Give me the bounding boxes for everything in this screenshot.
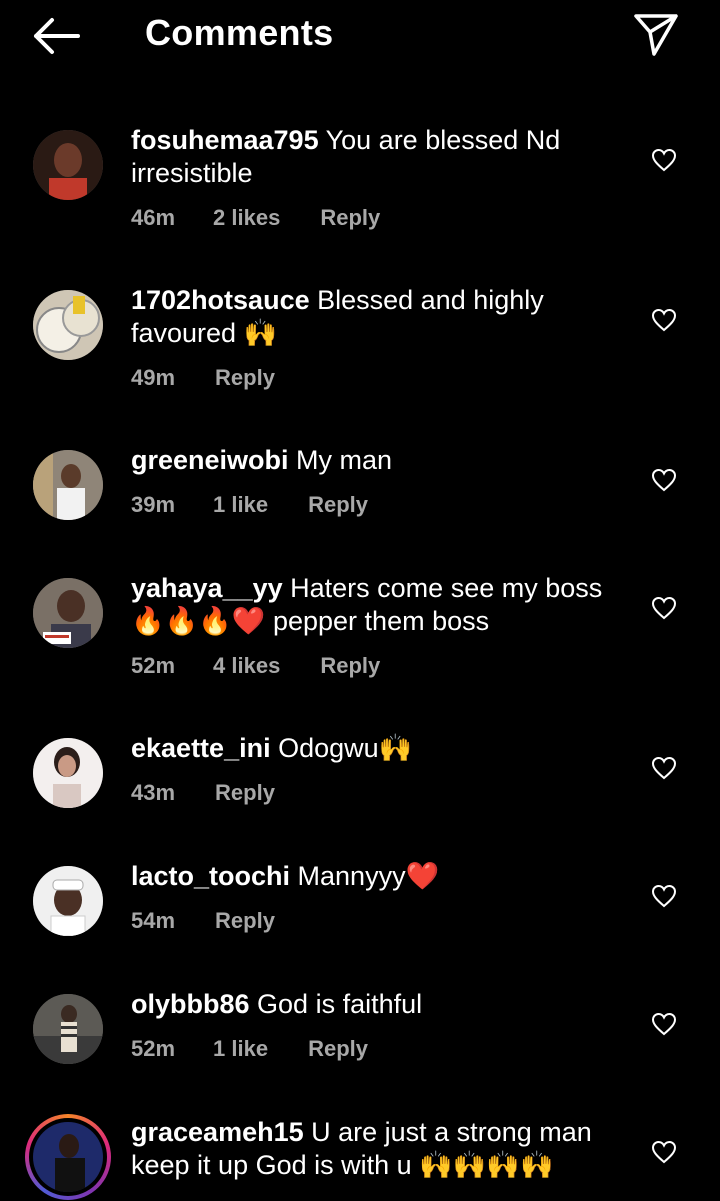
comment-time: 49m bbox=[131, 365, 176, 390]
heart-icon[interactable] bbox=[651, 148, 677, 172]
avatar[interactable] bbox=[33, 450, 103, 520]
avatar-image bbox=[33, 290, 103, 360]
avatar-image bbox=[33, 578, 103, 648]
comment-time: 39m bbox=[131, 492, 176, 517]
comment-text: fosuhemaa795 You are blessed Nd irresist… bbox=[131, 124, 611, 190]
heart-icon[interactable] bbox=[651, 596, 677, 620]
arrow-left-icon[interactable] bbox=[30, 14, 82, 58]
comment-time: 54m bbox=[131, 908, 176, 933]
reply-button[interactable]: Reply bbox=[308, 492, 368, 518]
comment-username[interactable]: fosuhemaa795 bbox=[131, 125, 319, 155]
heart-icon[interactable] bbox=[651, 308, 677, 332]
top-bar: Comments bbox=[0, 0, 720, 72]
comment-meta: 39m 1 like Reply bbox=[131, 492, 368, 518]
comment-time: 46m bbox=[131, 205, 176, 230]
comment-meta: 54m Reply bbox=[131, 908, 275, 934]
reply-button[interactable]: Reply bbox=[320, 653, 380, 679]
avatar[interactable] bbox=[33, 866, 103, 936]
comment-username[interactable]: greeneiwobi bbox=[131, 445, 289, 475]
comment-username[interactable]: ekaette_ini bbox=[131, 733, 271, 763]
comment-username[interactable]: yahaya__yy bbox=[131, 573, 283, 603]
avatar-image bbox=[33, 450, 103, 520]
comment-meta: 43m Reply bbox=[131, 780, 275, 806]
avatar[interactable] bbox=[33, 994, 103, 1064]
comment-text: yahaya__yy Haters come see my boss 🔥🔥🔥❤️… bbox=[131, 572, 611, 638]
comment-text: olybbb86 God is faithful bbox=[131, 988, 611, 1021]
avatar-image bbox=[33, 130, 103, 200]
heart-icon[interactable] bbox=[651, 1140, 677, 1164]
comment-meta: 52m 4 likes Reply bbox=[131, 653, 380, 679]
comment-username[interactable]: olybbb86 bbox=[131, 989, 250, 1019]
comment-likes[interactable]: 1 like bbox=[213, 492, 268, 518]
reply-button[interactable]: Reply bbox=[215, 908, 275, 934]
comment-meta: 49m Reply bbox=[131, 365, 275, 391]
avatar[interactable] bbox=[33, 738, 103, 808]
comment-text: 1702hotsauce Blessed and highly favoured… bbox=[131, 284, 611, 350]
comment-body: God is faithful bbox=[249, 989, 423, 1019]
comment-time: 52m bbox=[131, 653, 176, 678]
comment-username[interactable]: lacto_toochi bbox=[131, 861, 290, 891]
comment-text: lacto_toochi Mannyyy❤️ bbox=[131, 860, 611, 893]
avatar-story-ring[interactable] bbox=[25, 1114, 111, 1200]
avatar[interactable] bbox=[33, 290, 103, 360]
avatar-image bbox=[33, 738, 103, 808]
comment-time: 43m bbox=[131, 780, 176, 805]
comment-body: Mannyyy❤️ bbox=[290, 861, 440, 891]
comment-username[interactable]: graceameh15 bbox=[131, 1117, 304, 1147]
comment-text: greeneiwobi My man bbox=[131, 444, 611, 477]
avatar-image bbox=[33, 866, 103, 936]
avatar-image bbox=[33, 994, 103, 1064]
comment-text: ekaette_ini Odogwu🙌 bbox=[131, 732, 611, 765]
avatar bbox=[29, 1118, 107, 1196]
heart-icon[interactable] bbox=[651, 1012, 677, 1036]
avatar[interactable] bbox=[33, 578, 103, 648]
reply-button[interactable]: Reply bbox=[308, 1036, 368, 1062]
avatar[interactable] bbox=[33, 130, 103, 200]
comment-text: graceameh15 U are just a strong man keep… bbox=[131, 1116, 611, 1182]
reply-button[interactable]: Reply bbox=[215, 365, 275, 391]
heart-icon[interactable] bbox=[651, 756, 677, 780]
paper-plane-icon[interactable] bbox=[632, 10, 680, 58]
heart-icon[interactable] bbox=[651, 468, 677, 492]
comment-likes[interactable]: 1 like bbox=[213, 1036, 268, 1062]
comment-username[interactable]: 1702hotsauce bbox=[131, 285, 310, 315]
comment-body: Odogwu🙌 bbox=[270, 733, 413, 763]
comment-likes[interactable]: 4 likes bbox=[213, 653, 280, 679]
reply-button[interactable]: Reply bbox=[320, 205, 380, 231]
page-title: Comments bbox=[145, 12, 334, 53]
comment-body: My man bbox=[288, 445, 393, 475]
comment-meta: 52m 1 like Reply bbox=[131, 1036, 368, 1062]
avatar-image bbox=[33, 1122, 103, 1192]
comment-likes[interactable]: 2 likes bbox=[213, 205, 280, 231]
comment-meta: 46m 2 likes Reply bbox=[131, 205, 380, 231]
comment-time: 52m bbox=[131, 1036, 176, 1061]
reply-button[interactable]: Reply bbox=[215, 780, 275, 806]
heart-icon[interactable] bbox=[651, 884, 677, 908]
